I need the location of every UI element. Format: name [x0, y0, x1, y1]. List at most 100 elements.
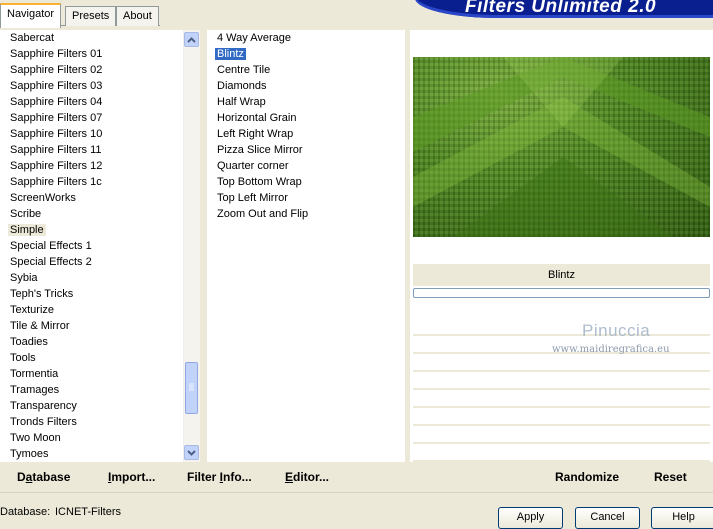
category-item-label: Tronds Filters	[10, 416, 77, 428]
scroll-up-button[interactable]	[184, 32, 199, 47]
help-button[interactable]: Help	[651, 507, 713, 529]
scroll-down-button[interactable]	[184, 445, 199, 460]
filter-item[interactable]: Diamonds	[207, 78, 405, 94]
category-item[interactable]: Toadies	[0, 334, 183, 350]
preview-filter-name: Blintz	[413, 264, 710, 286]
category-item-label: Toadies	[10, 336, 48, 348]
parameter-row[interactable]	[413, 320, 710, 336]
tab-about[interactable]: About	[116, 6, 159, 26]
filter-item-label: Half Wrap	[217, 96, 266, 108]
category-item[interactable]: Texturize	[0, 302, 183, 318]
chevron-up-icon	[187, 36, 196, 43]
tab-presets[interactable]: Presets	[65, 6, 117, 26]
category-item[interactable]: Special Effects 1	[0, 238, 183, 254]
filter-item-label: Horizontal Grain	[217, 112, 297, 124]
randomize-button[interactable]: Randomize	[555, 470, 619, 484]
category-item[interactable]: Sapphire Filters 11	[0, 142, 183, 158]
category-item[interactable]: Tile & Mirror	[0, 318, 183, 334]
category-item-label: Sybia	[10, 272, 38, 284]
filter-item[interactable]: Zoom Out and Flip	[207, 206, 405, 222]
database-button[interactable]: Database	[17, 470, 70, 484]
cancel-button[interactable]: Cancel	[575, 507, 640, 529]
chevron-down-icon	[187, 449, 196, 456]
category-item[interactable]: Tools	[0, 350, 183, 366]
watermark-url: www.maidiregrafica.eu	[552, 344, 670, 355]
filter-item[interactable]: Top Left Mirror	[207, 190, 405, 206]
category-item[interactable]: Teph's Tricks	[0, 286, 183, 302]
category-item-label: Two Moon	[10, 432, 61, 444]
filter-list[interactable]: 4 Way Average Blintz Centre Tile Diamonds Ha…	[207, 30, 405, 462]
category-item[interactable]: Scribe	[0, 206, 183, 222]
category-item[interactable]: Tramages	[0, 382, 183, 398]
category-item[interactable]: ScreenWorks	[0, 190, 183, 206]
filter-info-label-c: nfo...	[223, 470, 252, 484]
grip-icon	[189, 383, 194, 391]
parameter-row[interactable]	[413, 356, 710, 372]
filter-item-label: Zoom Out and Flip	[217, 208, 309, 220]
category-item[interactable]: Sapphire Filters 03	[0, 78, 183, 94]
filter-item[interactable]: Blintz	[207, 46, 405, 62]
category-item[interactable]: Sapphire Filters 01	[0, 46, 183, 62]
editor-label-b: ditor...	[293, 470, 330, 484]
category-item-label: Tools	[10, 352, 36, 364]
category-scrollbar[interactable]	[183, 30, 200, 462]
progress-bar	[413, 288, 710, 298]
category-item[interactable]: Sybia	[0, 270, 183, 286]
category-item[interactable]: Sapphire Filters 07	[0, 110, 183, 126]
category-item-label: Tymoes	[10, 448, 49, 460]
category-item-label: Special Effects 2	[10, 256, 92, 268]
scroll-thumb[interactable]	[185, 362, 198, 414]
filter-item[interactable]: Top Bottom Wrap	[207, 174, 405, 190]
category-list[interactable]: Sabercat Sapphire Filters 01 Sapphire Filt…	[0, 30, 183, 462]
category-item-label: Sapphire Filters 11	[10, 144, 102, 156]
filter-info-button[interactable]: Filter Info...	[187, 470, 252, 484]
category-item[interactable]: Tormentia	[0, 366, 183, 382]
filter-item[interactable]: 4 Way Average	[207, 30, 405, 46]
tab-navigator[interactable]: Navigator	[0, 3, 62, 28]
category-item-label: Scribe	[10, 208, 42, 220]
category-item-label: Tormentia	[10, 368, 59, 380]
filter-item-label: Pizza Slice Mirror	[217, 144, 303, 156]
reset-button[interactable]: Reset	[654, 470, 687, 484]
parameter-row[interactable]	[413, 374, 710, 390]
category-item[interactable]: Simple	[0, 222, 183, 238]
category-item[interactable]: Tronds Filters	[0, 414, 183, 430]
category-item-label: Sapphire Filters 01	[10, 48, 103, 60]
category-item[interactable]: Sapphire Filters 10	[0, 126, 183, 142]
category-item[interactable]: Sapphire Filters 04	[0, 94, 183, 110]
parameter-row[interactable]	[413, 392, 710, 408]
filter-info-label-a: Filter	[187, 470, 220, 484]
category-item-label: ScreenWorks	[10, 192, 76, 204]
filter-item-label: Left Right Wrap	[217, 128, 294, 140]
category-item-label: Sapphire Filters 10	[10, 128, 103, 140]
category-item-label: Transparency	[10, 400, 77, 412]
category-item[interactable]: Sabercat	[0, 30, 183, 46]
editor-button[interactable]: Editor...	[285, 470, 329, 484]
filter-item[interactable]: Pizza Slice Mirror	[207, 142, 405, 158]
parameter-row[interactable]	[413, 410, 710, 426]
category-item-label: Sabercat	[10, 32, 55, 44]
category-item-label: Sapphire Filters 07	[10, 112, 103, 124]
filter-item[interactable]: Half Wrap	[207, 94, 405, 110]
category-item[interactable]: Sapphire Filters 1c	[0, 174, 183, 190]
filter-item[interactable]: Centre Tile	[207, 62, 405, 78]
category-item[interactable]: Sapphire Filters 12	[0, 158, 183, 174]
filter-item[interactable]: Horizontal Grain	[207, 110, 405, 126]
category-item[interactable]: Sapphire Filters 02	[0, 62, 183, 78]
filter-item[interactable]: Left Right Wrap	[207, 126, 405, 142]
parameter-row[interactable]	[413, 428, 710, 444]
parameter-row[interactable]	[413, 446, 710, 462]
editor-label-a: E	[285, 470, 294, 484]
category-item[interactable]: Two Moon	[0, 430, 183, 446]
watermark-title: Pinuccia	[582, 321, 651, 340]
category-item[interactable]: Tymoes	[0, 446, 183, 462]
category-item[interactable]: Special Effects 2	[0, 254, 183, 270]
filter-item[interactable]: Quarter corner	[207, 158, 405, 174]
category-item[interactable]: Transparency	[0, 398, 183, 414]
database-label: Database:	[0, 506, 51, 518]
filter-item-label: Quarter corner	[217, 160, 289, 172]
filter-item-label: Top Left Mirror	[217, 192, 288, 204]
import-button[interactable]: Import...	[108, 470, 155, 484]
apply-button[interactable]: Apply	[498, 507, 563, 529]
database-value: ICNET-Filters	[55, 506, 121, 518]
